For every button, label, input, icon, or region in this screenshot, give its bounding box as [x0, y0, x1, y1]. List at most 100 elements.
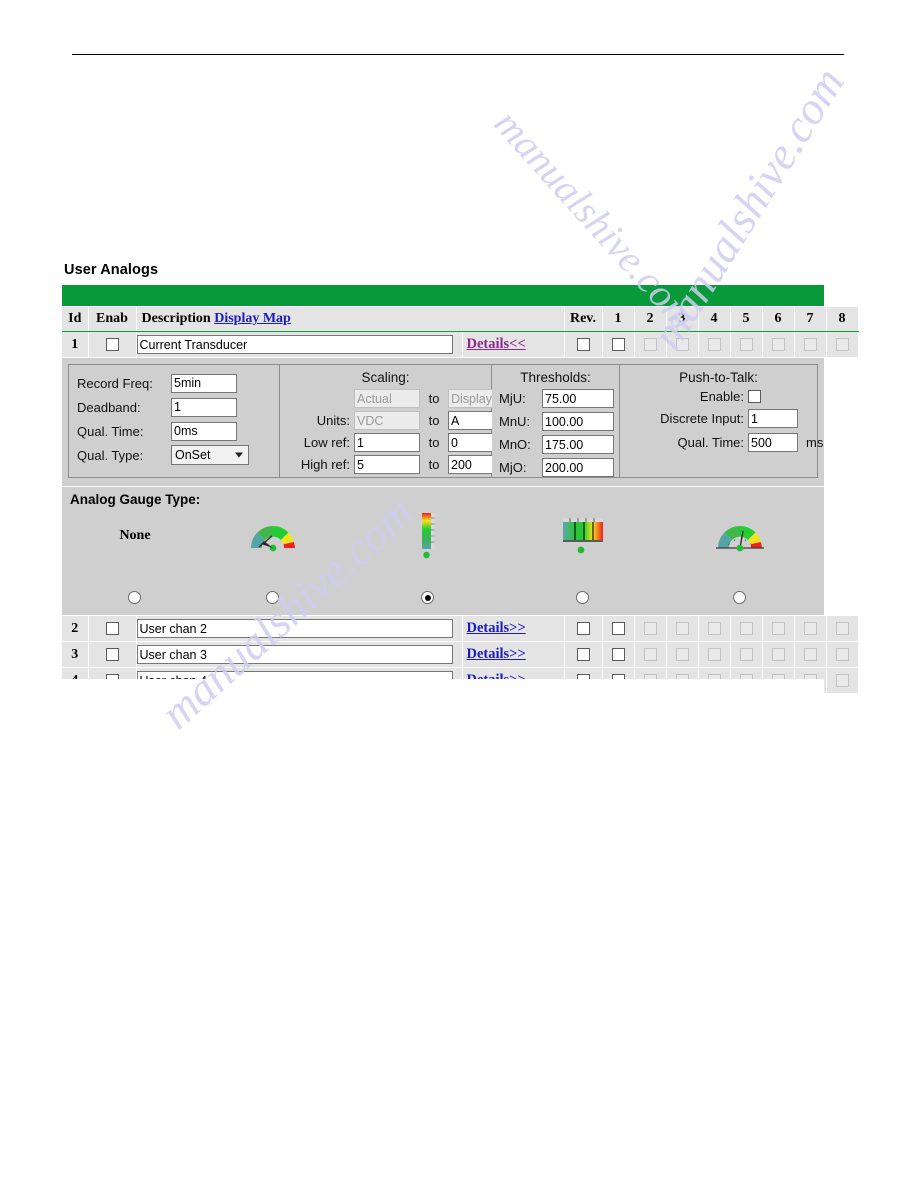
port-cell-6 — [762, 641, 795, 668]
description-input[interactable] — [136, 645, 453, 664]
port-checkbox-5 — [739, 338, 753, 351]
row-id: 2 — [62, 616, 89, 642]
header-col-1: 1 — [602, 307, 635, 332]
high-ref-label: High ref: — [300, 457, 350, 472]
row-enable-cell[interactable] — [88, 616, 137, 642]
port-checkbox-1[interactable] — [611, 622, 625, 635]
port-checkbox-1[interactable] — [611, 648, 625, 661]
rev-checkbox[interactable] — [576, 648, 590, 661]
units-label: Units: — [316, 413, 350, 428]
chevron-down-icon — [235, 452, 243, 458]
mju-input[interactable] — [542, 389, 614, 408]
gauge-none-label: None — [119, 528, 151, 543]
port-cell-5 — [730, 641, 763, 668]
port-cell-1[interactable] — [602, 616, 635, 642]
header-col-3: 3 — [666, 307, 699, 332]
user-analogs-panel: User Analogs Id Enab Description Display… — [62, 262, 859, 719]
qual-type-select[interactable]: OnSet — [171, 445, 249, 465]
vertical-bar-gauge-icon — [368, 509, 488, 563]
details-toggle-link[interactable]: Details>> — [463, 620, 526, 637]
mnu-input[interactable] — [542, 412, 614, 431]
port-checkbox-4 — [707, 648, 721, 661]
ptt-qual-time-input[interactable] — [748, 433, 798, 452]
dial-gauge-icon — [213, 509, 333, 563]
details-toggle-link[interactable]: Details<< — [463, 336, 526, 353]
mjo-input[interactable] — [542, 458, 614, 477]
details-toggle-link[interactable]: Details>> — [463, 646, 526, 663]
gauge-radio-vertical-bar[interactable] — [421, 591, 434, 604]
low-ref-label: Low ref: — [303, 435, 350, 450]
port-checkbox-7 — [803, 338, 817, 351]
row-details-cell: Details>> — [462, 641, 565, 668]
thresholds-title: Thresholds: — [520, 370, 591, 385]
gauge-radio-none[interactable] — [128, 591, 141, 604]
gauge-option-arc — [680, 509, 800, 563]
table-row: 2 Details>> — [62, 616, 859, 642]
rev-checkbox[interactable] — [576, 622, 590, 635]
enable-checkbox[interactable] — [105, 622, 119, 635]
header-col-5: 5 — [730, 307, 763, 332]
port-cell-7 — [794, 331, 827, 358]
ptt-enable-checkbox[interactable] — [748, 390, 761, 403]
table-header-row: Id Enab Description Display Map Rev. 1 2… — [62, 307, 859, 332]
push-to-talk-title: Push-to-Talk: — [679, 370, 758, 385]
row-description-cell — [136, 616, 463, 642]
gauge-option-vertical-bar — [368, 509, 488, 563]
port-checkbox-1[interactable] — [611, 338, 625, 351]
rev-cell[interactable] — [564, 616, 603, 642]
horizontal-bar-gauge-icon — [523, 509, 643, 563]
deadband-input[interactable] — [171, 397, 237, 417]
arc-gauge-icon — [680, 509, 800, 563]
mjo-label: MjO: — [499, 460, 527, 475]
port-cell-5 — [730, 331, 763, 358]
mno-input[interactable] — [542, 435, 614, 454]
rev-cell[interactable] — [564, 331, 603, 358]
row-enable-cell[interactable] — [88, 641, 137, 668]
details-panel: Record Freq: Deadband: Qual. Time: Qual.… — [62, 358, 824, 487]
ptt-enable-label: Enable: — [699, 389, 744, 404]
description-input[interactable] — [136, 335, 453, 354]
display-map-link[interactable]: Display Map — [214, 311, 291, 326]
row-description-cell — [136, 641, 463, 668]
to-label-3: to — [428, 435, 440, 450]
header-col-6: 6 — [762, 307, 795, 332]
discrete-input-label: Discrete Input: — [660, 411, 744, 426]
gauge-radio-arc[interactable] — [733, 591, 746, 604]
port-cell-8 — [826, 641, 859, 668]
enable-checkbox[interactable] — [105, 338, 119, 351]
header-col-2: 2 — [634, 307, 667, 332]
high-ref-actual-input[interactable] — [354, 455, 420, 474]
port-checkbox-8 — [835, 674, 849, 687]
gauge-radio-horizontal-bar[interactable] — [576, 591, 589, 604]
green-accent-bar — [62, 285, 824, 307]
port-cell-3 — [666, 616, 699, 642]
low-ref-actual-input[interactable] — [354, 433, 420, 452]
qual-time-input[interactable] — [171, 421, 237, 441]
enable-checkbox[interactable] — [105, 648, 119, 661]
header-description: Description Display Map — [136, 307, 565, 332]
mju-label: MjU: — [499, 391, 526, 406]
header-description-label: Description — [141, 311, 211, 326]
rev-cell[interactable] — [564, 641, 603, 668]
port-cell-1[interactable] — [602, 641, 635, 668]
row-details-cell: Details<< — [462, 331, 565, 358]
actual-header-field — [354, 389, 420, 408]
row-description-cell — [136, 331, 463, 358]
push-to-talk-box: Push-to-Talk: Enable: Discrete Input: Qu… — [620, 364, 823, 478]
header-col-8: 8 — [826, 307, 859, 332]
port-checkbox-4 — [707, 338, 721, 351]
port-checkbox-3 — [675, 648, 689, 661]
discrete-input-field[interactable] — [748, 409, 798, 428]
port-checkbox-4 — [707, 622, 721, 635]
port-checkbox-2 — [643, 622, 657, 635]
port-cell-1[interactable] — [602, 331, 635, 358]
rev-checkbox[interactable] — [576, 338, 590, 351]
record-freq-input[interactable] — [171, 373, 237, 393]
description-input[interactable] — [136, 619, 453, 638]
header-rev: Rev. — [564, 307, 603, 332]
header-enab: Enab — [88, 307, 137, 332]
to-label-4: to — [428, 457, 440, 472]
gauge-radio-dial[interactable] — [266, 591, 279, 604]
row-enable-cell[interactable] — [88, 331, 137, 358]
scaling-box: Scaling: to Units: to Low ref: to High r… — [280, 364, 514, 478]
